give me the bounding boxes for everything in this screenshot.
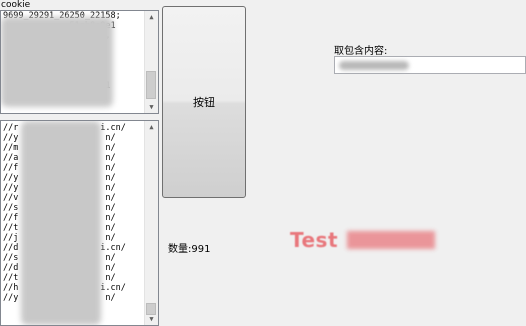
action-button[interactable]: 按钮 <box>162 6 246 198</box>
filter-input[interactable] <box>334 56 526 74</box>
cookie-scrollbar[interactable]: ▲ ▼ <box>144 11 158 113</box>
count-label: 数量:991 <box>168 244 211 255</box>
action-button-label: 按钮 <box>193 96 215 109</box>
scroll-up-arrow-icon[interactable]: ▲ <box>145 121 158 133</box>
scroll-up-arrow-icon[interactable]: ▲ <box>145 11 158 23</box>
filter-label: 取包含内容: <box>334 46 388 57</box>
redaction-blur <box>21 121 101 325</box>
scroll-down-arrow-icon[interactable]: ▼ <box>145 101 158 113</box>
redaction-blur <box>1 17 113 107</box>
cookie-group-label: cookie <box>1 0 31 10</box>
watermark-visible-text: Test <box>290 228 339 252</box>
scroll-down-arrow-icon[interactable]: ▼ <box>145 313 158 325</box>
scroll-thumb[interactable] <box>146 71 156 99</box>
watermark-text: Test <box>290 228 436 252</box>
redaction-blur <box>339 61 409 70</box>
watermark-obscured-text <box>347 231 436 249</box>
url-list-textbox[interactable]: //r i.cn///y n///m n///a n///f n///y n//… <box>0 120 159 326</box>
url-list-scrollbar[interactable]: ▲ ▼ <box>144 121 158 325</box>
cookie-textbox[interactable]: 9699_29291_26250_22158; 51cb8c9e1 51159,… <box>0 10 159 114</box>
